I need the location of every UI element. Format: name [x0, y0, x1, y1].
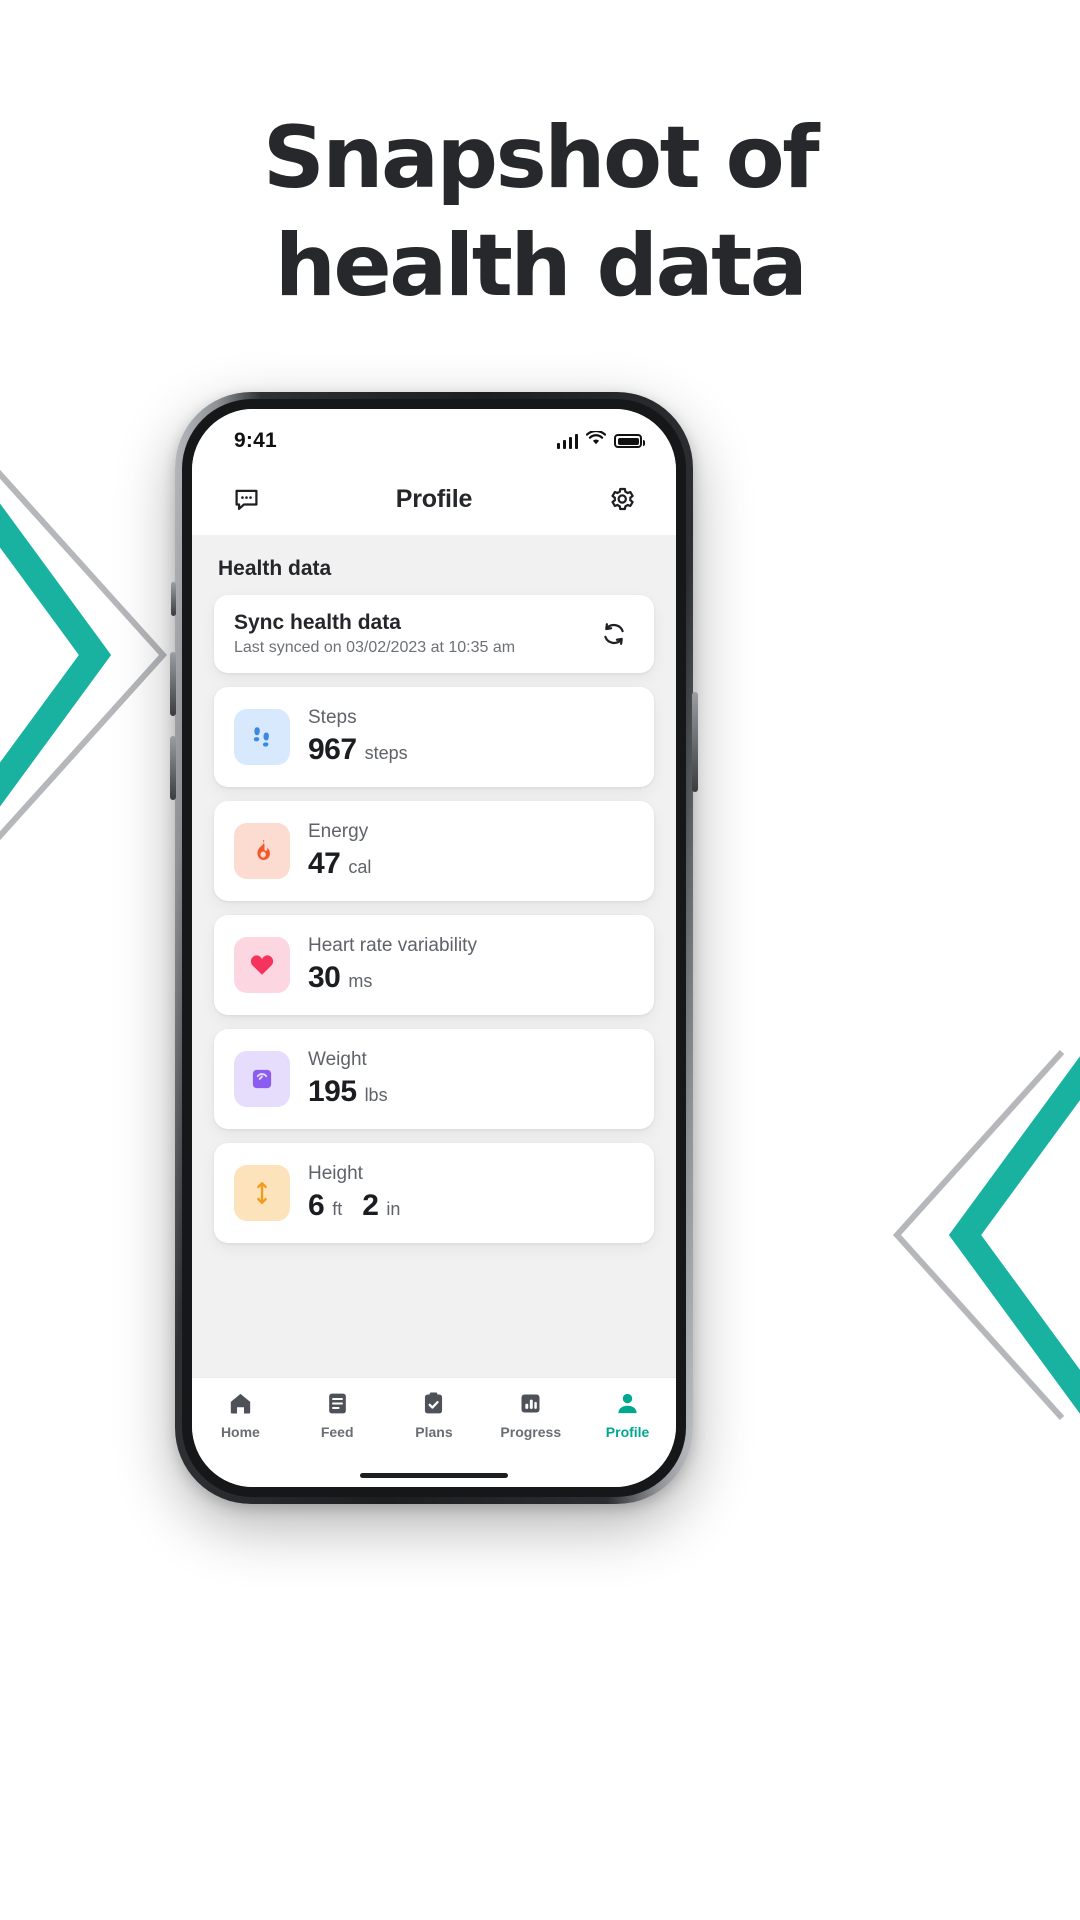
- person-icon: [618, 1393, 637, 1414]
- metric-card-heart-rate-variability[interactable]: Heart rate variability 30 ms: [214, 915, 654, 1015]
- sync-text-block: Sync health data Last synced on 03/02/20…: [234, 611, 515, 657]
- metric-value-row: 30 ms: [308, 961, 477, 995]
- page-title: Snapshot of health data: [0, 104, 1080, 320]
- metric-value-row: 967 steps: [308, 733, 408, 767]
- height-arrow-icon: [257, 1182, 267, 1204]
- list-icon: [328, 1393, 346, 1414]
- tab-plans[interactable]: Plans: [388, 1390, 480, 1440]
- flame-icon: [257, 840, 270, 860]
- metric-text: Steps 967 steps: [308, 707, 408, 767]
- metric-tile: [234, 709, 290, 765]
- metric-text: Energy 47 cal: [308, 821, 371, 881]
- metric-tile: [234, 823, 290, 879]
- metric-value: 6: [308, 1189, 325, 1222]
- signal-bars-icon: [556, 433, 578, 449]
- footprints-icon: [253, 727, 269, 747]
- tab-label: Home: [220, 1424, 260, 1440]
- section-title: Health data: [218, 557, 332, 580]
- chevron-decoration-left: [0, 420, 180, 890]
- metric-value-row: 195 lbs: [308, 1075, 388, 1109]
- scale-icon: [252, 1069, 272, 1089]
- metric-unit: ms: [348, 971, 373, 991]
- bar-chart-icon: [521, 1394, 540, 1413]
- metric-unit: lbs: [364, 1085, 388, 1105]
- appbar-title: Profile: [395, 484, 473, 513]
- status-icons: [556, 429, 645, 451]
- home-icon: [230, 1393, 251, 1414]
- chevron-decoration-right: [880, 1000, 1080, 1470]
- status-bar: 9:41: [192, 409, 676, 463]
- metric-text: Weight 195 lbs: [308, 1049, 388, 1109]
- app-header: Profile: [192, 463, 676, 535]
- phone-mockup: 9:41 Profile Health data Sync health dat…: [170, 392, 698, 1504]
- metric-label: Energy: [308, 821, 369, 842]
- tab-label: Profile: [605, 1424, 650, 1440]
- phone-bezel: 9:41 Profile Health data Sync health dat…: [182, 399, 686, 1497]
- metric-card-steps[interactable]: Steps 967 steps: [214, 687, 654, 787]
- metric-card-energy[interactable]: Energy 47 cal: [214, 801, 654, 901]
- metric-unit: cal: [348, 857, 372, 877]
- tab-label: Plans: [415, 1424, 453, 1440]
- metric-value-row: 6 ft 2 in: [308, 1189, 400, 1223]
- tab-home[interactable]: Home: [194, 1390, 286, 1440]
- metric-tile: [234, 1051, 290, 1107]
- metric-unit: steps: [364, 743, 408, 763]
- tab-label: Progress: [500, 1424, 562, 1440]
- metric-label: Height: [308, 1163, 363, 1184]
- metric-label: Heart rate variability: [308, 935, 477, 956]
- clipboard-icon: [425, 1392, 443, 1414]
- gear-icon[interactable]: [602, 479, 642, 519]
- headline-line-1: Snapshot of: [262, 108, 820, 208]
- heart-icon: [250, 955, 274, 975]
- metric-value: 30: [308, 961, 341, 994]
- battery-full-icon: [614, 434, 645, 448]
- sync-subtitle: Last synced on 03/02/2023 at 10:35 am: [234, 639, 516, 656]
- status-time: 9:41: [234, 429, 277, 452]
- mute-switch[interactable]: [171, 582, 176, 616]
- metric-value-secondary: 2: [362, 1189, 379, 1222]
- bottom-tab-bar: Home Feed Plans Progress Profile: [192, 1377, 676, 1487]
- tab-label: Feed: [320, 1424, 354, 1440]
- refresh-icon[interactable]: [594, 614, 634, 654]
- metric-value: 47: [308, 847, 341, 880]
- metric-tile: [234, 1165, 290, 1221]
- chat-bubble-icon[interactable]: [226, 479, 266, 519]
- home-indicator: [360, 1473, 508, 1478]
- metric-unit: ft: [332, 1199, 343, 1219]
- volume-down-button[interactable]: [170, 736, 176, 800]
- metric-label: Steps: [308, 707, 357, 728]
- sync-title: Sync health data: [234, 611, 401, 634]
- metric-unit-secondary: in: [386, 1199, 401, 1219]
- health-data-panel: Health data Sync health data Last synced…: [192, 535, 676, 1377]
- metric-text: Height 6 ft 2 in: [308, 1163, 400, 1223]
- wifi-icon: [585, 429, 607, 451]
- power-button[interactable]: [692, 692, 698, 792]
- sync-health-data-card[interactable]: Sync health data Last synced on 03/02/20…: [214, 595, 654, 673]
- metric-tile: [234, 937, 290, 993]
- tab-feed[interactable]: Feed: [291, 1390, 383, 1440]
- metric-value-row: 47 cal: [308, 847, 371, 881]
- tab-progress[interactable]: Progress: [485, 1390, 577, 1440]
- metric-text: Heart rate variability 30 ms: [308, 935, 477, 995]
- metric-label: Weight: [308, 1049, 367, 1070]
- metric-value: 195: [308, 1075, 357, 1108]
- screenshot-root: Snapshot of health data 9:41 Profile Hea…: [0, 0, 1080, 1920]
- volume-up-button[interactable]: [170, 652, 176, 716]
- metric-value: 967: [308, 733, 357, 766]
- metric-card-weight[interactable]: Weight 195 lbs: [214, 1029, 654, 1129]
- headline-line-2: health data: [274, 216, 808, 316]
- metric-card-height[interactable]: Height 6 ft 2 in: [214, 1143, 654, 1243]
- tab-profile[interactable]: Profile: [582, 1390, 674, 1440]
- phone-screen: 9:41 Profile Health data Sync health dat…: [192, 409, 676, 1487]
